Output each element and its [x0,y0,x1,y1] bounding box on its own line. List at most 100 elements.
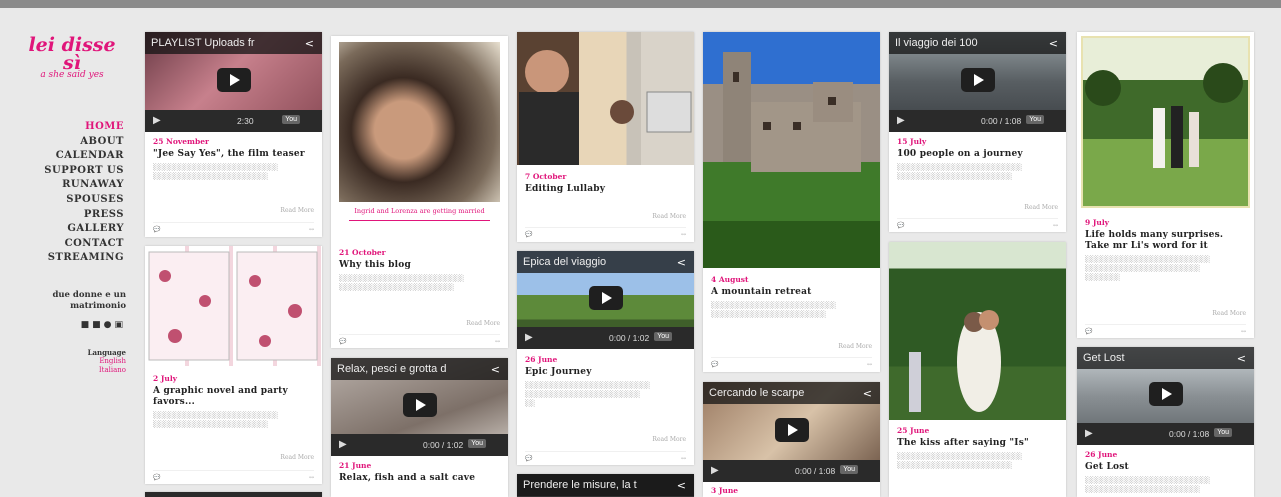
post-card[interactable]: Relax, pesci e grotta d < ▶ 0:00 / 1:02 … [331,358,508,497]
youtube-icon[interactable]: You [468,439,486,448]
youtube-icon[interactable]: You [654,332,672,341]
share-count-icon[interactable]: ↔ [681,231,686,238]
youtube-icon[interactable]: You [282,115,300,124]
post-image[interactable] [517,32,694,165]
nav-support-us[interactable]: SUPPORT US [18,164,124,179]
play-icon[interactable]: ▶ [339,439,347,450]
post-card[interactable]: PLAYLIST Uploads fr < ▶ 2:30 You 25 Nove… [145,32,322,237]
post-card[interactable]: 4 August A mountain retreat ░░░░░░░░░░░░… [703,32,880,372]
post-card[interactable]: 7 October Editing Lullaby Read More 💬 ↔ [517,32,694,242]
post-card[interactable]: 2 July A graphic novel and party favors.… [145,246,322,484]
comment-icon[interactable]: 💬 [153,226,160,233]
post-title[interactable]: Epic Journey [525,367,686,378]
play-icon[interactable]: ▶ [525,332,533,343]
post-title[interactable]: Why this blog [339,260,500,271]
post-card[interactable]: Epica del viaggio < ▶ 0:00 / 1:02 You 26… [517,251,694,465]
play-icon[interactable]: ▶ [711,465,719,476]
nav-home[interactable]: HOME [18,120,124,135]
read-more-link[interactable]: Read More [280,207,314,214]
comment-icon[interactable]: 💬 [711,361,718,368]
video-player[interactable]: Il viaggio dei 100 < ▶ 0:00 / 1:08 You [889,32,1066,132]
post-title[interactable]: Relax, fish and a salt cave [339,473,500,484]
youtube-icon[interactable]: ▣ [114,320,126,330]
youtube-icon[interactable]: You [1214,428,1232,437]
play-button[interactable] [216,68,251,92]
post-card[interactable] [145,492,322,497]
video-player[interactable]: PLAYLIST Uploads fr < ▶ 2:30 You [145,32,322,132]
video-title[interactable]: Il viaggio dei 100 [895,37,978,49]
nav-calendar[interactable]: CALENDAR [18,149,124,164]
post-image[interactable] [145,246,322,366]
video-player[interactable]: Get Lost < ▶ 0:00 / 1:08 You [1077,347,1254,445]
share-icon[interactable]: < [1237,352,1246,365]
video-title[interactable]: Epica del viaggio [523,256,606,268]
video-player[interactable]: Prendere le misure, la t < [517,474,694,497]
site-logo[interactable]: lei disse sì [18,36,126,73]
post-image[interactable] [339,42,500,202]
youtube-icon[interactable]: You [1026,115,1044,124]
post-image[interactable] [703,32,880,268]
share-icon[interactable]: < [491,363,500,376]
play-icon[interactable]: ▶ [897,115,905,126]
read-more-link[interactable]: Read More [280,454,314,461]
language-english-link[interactable]: English [18,357,126,366]
read-more-link[interactable]: Read More [652,436,686,443]
post-image[interactable] [889,242,1066,420]
video-player[interactable]: Cercando le scarpe < ▶ 0:00 / 1:08 You [703,382,880,482]
youtube-icon[interactable]: You [840,465,858,474]
share-count-icon[interactable]: ↔ [681,455,686,462]
video-title[interactable]: Get Lost [1083,352,1125,364]
nav-gallery[interactable]: GALLERY [18,222,124,237]
play-button[interactable] [960,68,995,92]
post-title[interactable]: "Jee Say Yes", the film teaser [153,149,314,160]
video-title[interactable]: Prendere le misure, la t [523,479,637,491]
post-card[interactable]: Il viaggio dei 100 < ▶ 0:00 / 1:08 You 1… [889,32,1066,232]
comment-icon[interactable]: 💬 [525,231,532,238]
play-button[interactable] [402,393,437,417]
share-count-icon[interactable]: ↔ [1053,222,1058,229]
post-card[interactable]: Ingrid and Lorenza are getting married 2… [331,36,508,348]
video-title[interactable]: Relax, pesci e grotta d [337,363,446,375]
share-icon[interactable]: < [863,387,872,400]
read-more-link[interactable]: Read More [1212,310,1246,317]
comment-icon[interactable]: 💬 [525,455,532,462]
read-more-link[interactable]: Read More [1024,204,1058,211]
post-title[interactable]: A graphic novel and party favors... [153,386,314,408]
share-icon[interactable]: < [1049,37,1058,50]
read-more-link[interactable]: Read More [838,343,872,350]
video-title[interactable]: PLAYLIST Uploads fr [151,37,255,49]
comment-icon[interactable]: 💬 [1085,328,1092,335]
twitter-icon[interactable]: ■ [92,320,104,330]
nav-streaming[interactable]: STREAMING [18,251,124,266]
language-italiano-link[interactable]: Italiano [18,366,126,375]
read-more-link[interactable]: Read More [652,213,686,220]
pinterest-icon[interactable]: ● [104,320,115,330]
share-icon[interactable]: < [305,37,314,50]
share-count-icon[interactable]: ↔ [309,474,314,481]
comment-icon[interactable]: 💬 [153,474,160,481]
play-button[interactable] [1148,382,1183,406]
nav-press[interactable]: PRESS [18,208,124,223]
video-title[interactable]: Cercando le scarpe [709,387,804,399]
post-title[interactable]: A mountain retreat [711,287,872,298]
post-title[interactable]: Editing Lullaby [525,184,686,195]
comment-icon[interactable]: 💬 [339,338,346,345]
post-title[interactable]: Get Lost [1085,462,1246,473]
nav-contact[interactable]: CONTACT [18,237,124,252]
post-title[interactable]: The kiss after saying "Is" [897,438,1058,449]
post-card[interactable]: Prendere le misure, la t < [517,474,694,497]
post-title[interactable]: 100 people on a journey [897,149,1058,160]
read-more-link[interactable]: Read More [466,320,500,327]
play-icon[interactable]: ▶ [1085,428,1093,439]
post-title[interactable]: Life holds many surprises. Take mr Li's … [1085,230,1246,252]
nav-spouses[interactable]: SPOUSES [18,193,124,208]
share-count-icon[interactable]: ↔ [867,361,872,368]
share-count-icon[interactable]: ↔ [1241,328,1246,335]
post-card[interactable]: 9 July Life holds many surprises. Take m… [1077,32,1254,338]
video-player[interactable]: Relax, pesci e grotta d < ▶ 0:00 / 1:02 … [331,358,508,456]
post-card[interactable]: 25 June The kiss after saying "Is" ░░░░░… [889,242,1066,497]
share-count-icon[interactable]: ↔ [309,226,314,233]
play-button[interactable] [588,286,623,310]
play-button[interactable] [774,418,809,442]
share-icon[interactable]: < [677,479,686,492]
